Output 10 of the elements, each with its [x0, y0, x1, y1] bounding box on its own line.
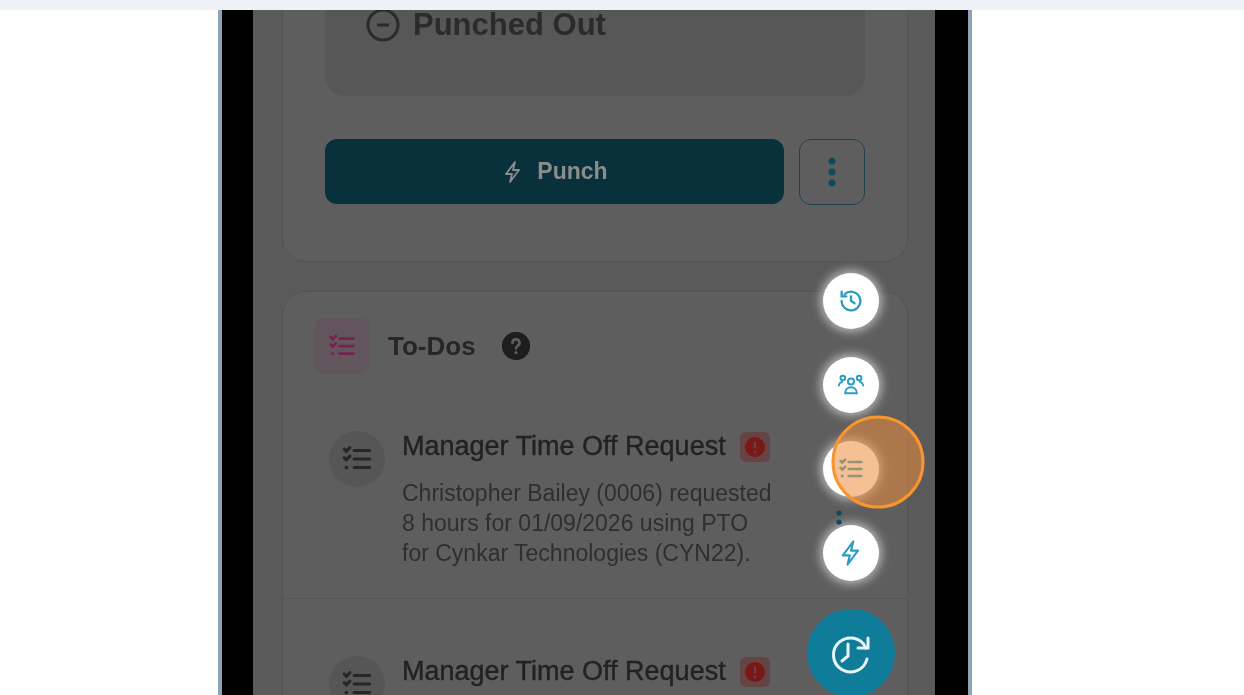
todo-title[interactable]: Manager Time Off Request — [402, 431, 726, 462]
vertical-dots-icon — [828, 157, 836, 187]
punch-button[interactable]: Punch — [325, 139, 784, 204]
todos-title: To-Dos — [388, 330, 476, 362]
help-icon[interactable] — [501, 332, 530, 360]
checklist-icon — [314, 318, 370, 374]
alert-icon — [739, 431, 770, 462]
alert-icon — [739, 656, 770, 687]
vertical-dots-icon — [836, 510, 842, 528]
todo-title[interactable]: Manager Time Off Request — [402, 656, 726, 687]
